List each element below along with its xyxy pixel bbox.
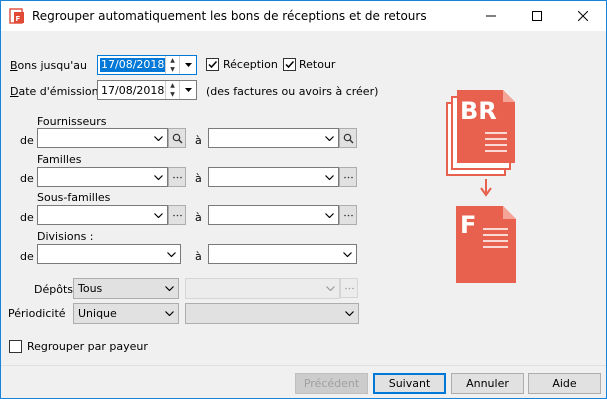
depots-value: Tous xyxy=(78,282,103,295)
spin-down-icon: ▼ xyxy=(170,91,175,98)
more-icon xyxy=(343,214,353,216)
retour-label: Retour xyxy=(299,58,336,71)
retour-checkbox[interactable] xyxy=(283,58,296,71)
search-icon xyxy=(172,133,182,143)
sousfamille-from-more-button[interactable] xyxy=(168,205,186,225)
regrouper-checkbox[interactable] xyxy=(9,340,22,353)
chevron-down-icon[interactable] xyxy=(151,170,165,184)
close-icon xyxy=(578,11,588,21)
bons-date-picker[interactable]: 17/08/2018 ▲ ▼ xyxy=(97,55,197,75)
famille-to-combo[interactable] xyxy=(208,167,339,187)
chevron-down-icon xyxy=(184,63,192,67)
emission-date-spinner[interactable]: ▲ ▼ xyxy=(165,81,179,99)
fournisseur-from-combo[interactable] xyxy=(37,128,168,148)
fournisseur-to-combo[interactable] xyxy=(208,128,339,148)
periodicite-select[interactable]: Unique xyxy=(73,303,179,324)
regrouper-label: Regrouper par payeur xyxy=(27,340,148,353)
division-from-combo[interactable] xyxy=(37,244,181,264)
chevron-down-icon[interactable] xyxy=(164,247,178,261)
minimize-icon xyxy=(486,15,496,17)
annuler-button[interactable]: Annuler xyxy=(451,373,524,394)
reception-checkbox[interactable] xyxy=(206,58,219,71)
maximize-button[interactable] xyxy=(514,1,560,31)
chevron-down-icon xyxy=(184,88,192,92)
dialog-window: F Regrouper automatiquement les bons de … xyxy=(0,0,607,399)
minimize-button[interactable] xyxy=(468,1,514,31)
precedent-button[interactable]: Précédent xyxy=(295,373,368,394)
chevron-down-icon xyxy=(162,306,176,320)
emission-note: (des factures ou avoirs à créer) xyxy=(206,85,379,98)
fournisseur-from-search-button[interactable] xyxy=(168,128,186,148)
app-icon: F xyxy=(9,8,24,24)
sousfamille-to-more-button[interactable] xyxy=(339,205,357,225)
more-icon xyxy=(172,176,182,178)
familles-title: Familles xyxy=(37,153,82,166)
more-icon xyxy=(343,176,353,178)
svg-text:F: F xyxy=(16,15,21,23)
periodicite-detail-select[interactable] xyxy=(185,303,359,324)
depot-more-button xyxy=(340,278,358,298)
emission-date-picker[interactable]: 17/08/2018 ▲ ▼ xyxy=(97,80,197,100)
spin-down-icon: ▼ xyxy=(170,66,175,73)
famille-from-more-button[interactable] xyxy=(168,167,186,187)
arrow-down-icon xyxy=(480,179,492,197)
divisions-title: Divisions : xyxy=(37,230,94,243)
familles-a-label: à xyxy=(195,172,202,185)
emission-date-dropdown[interactable] xyxy=(179,81,196,99)
more-icon xyxy=(172,214,182,216)
sousfamille-from-combo[interactable] xyxy=(37,205,168,225)
bons-date-spinner[interactable]: ▲ ▼ xyxy=(165,56,179,74)
division-to-combo[interactable] xyxy=(208,244,357,264)
spin-up-icon: ▲ xyxy=(170,57,175,64)
famille-to-more-button[interactable] xyxy=(339,167,357,187)
chevron-down-icon xyxy=(162,281,176,295)
br-doc-label: BR xyxy=(460,97,497,125)
spin-up-icon: ▲ xyxy=(170,82,175,89)
more-icon xyxy=(344,287,354,289)
depots-select[interactable]: Tous xyxy=(73,278,179,299)
famille-from-combo[interactable] xyxy=(37,167,168,187)
periodicite-label: Périodicité xyxy=(8,307,66,320)
sousfamilles-a-label: à xyxy=(195,211,202,224)
fournisseurs-title: Fournisseurs xyxy=(37,115,107,128)
sousfamilles-title: Sous-familles xyxy=(37,191,111,204)
f-doc-label: F xyxy=(460,211,476,239)
reception-label: Réception xyxy=(223,58,278,71)
chevron-down-icon[interactable] xyxy=(322,170,336,184)
divisions-a-label: à xyxy=(195,250,202,263)
chevron-down-icon xyxy=(323,281,337,295)
bons-label: Bons jusqu'au xyxy=(10,59,87,72)
depots-label: Dépôts xyxy=(34,283,73,296)
fournisseur-to-search-button[interactable] xyxy=(339,128,357,148)
window-title: Regrouper automatiquement les bons de ré… xyxy=(32,9,427,23)
chevron-down-icon[interactable] xyxy=(322,131,336,145)
suivant-button[interactable]: Suivant xyxy=(373,373,446,394)
chevron-down-icon[interactable] xyxy=(151,208,165,222)
chevron-down-icon xyxy=(342,306,356,320)
conversion-illustration: BR F xyxy=(446,90,516,283)
aide-button[interactable]: Aide xyxy=(528,373,601,394)
fournisseurs-de-label: de xyxy=(20,134,34,147)
checkmark-icon xyxy=(285,60,295,69)
emission-label: Date d'émission xyxy=(10,85,99,98)
search-icon xyxy=(343,133,353,143)
chevron-down-icon[interactable] xyxy=(151,131,165,145)
maximize-icon xyxy=(532,11,542,21)
chevron-down-icon[interactable] xyxy=(322,208,336,222)
fournisseurs-a-label: à xyxy=(195,134,202,147)
familles-de-label: de xyxy=(20,172,34,185)
divisions-de-label: de xyxy=(20,250,34,263)
emission-date-value: 17/08/2018 xyxy=(101,84,165,97)
title-bar: F Regrouper automatiquement les bons de … xyxy=(1,1,606,31)
sousfamilles-de-label: de xyxy=(20,211,34,224)
depot-detail-combo xyxy=(185,278,340,299)
sousfamille-to-combo[interactable] xyxy=(208,205,339,225)
footer-bar: Précédent Suivant Annuler Aide xyxy=(1,365,606,398)
checkmark-icon xyxy=(208,60,218,69)
bons-date-dropdown[interactable] xyxy=(179,56,196,74)
close-button[interactable] xyxy=(560,1,606,31)
periodicite-value: Unique xyxy=(78,307,117,320)
chevron-down-icon[interactable] xyxy=(340,247,354,261)
bons-date-value: 17/08/2018 xyxy=(100,58,166,72)
